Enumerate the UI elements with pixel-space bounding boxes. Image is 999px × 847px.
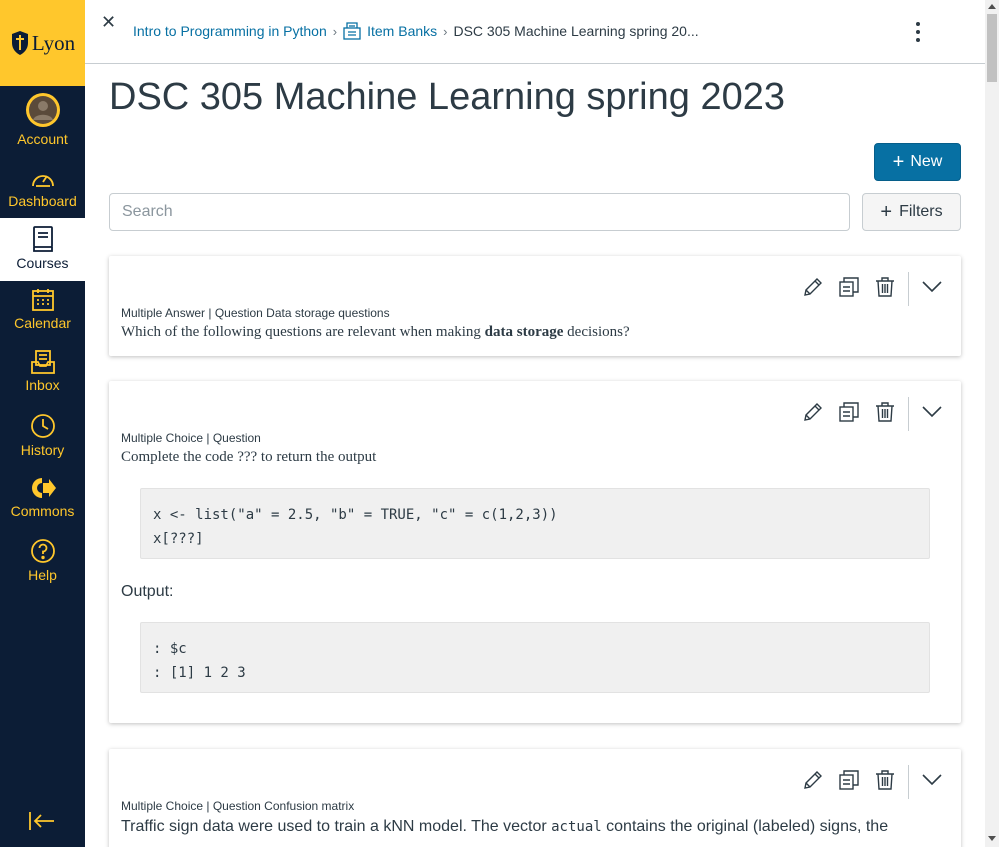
question-meta: Multiple Choice | Question Confusion mat… [121, 799, 355, 813]
chevron-down-icon[interactable] [921, 773, 943, 792]
plus-icon: + [892, 151, 905, 173]
question-text: Traffic sign data were used to train a k… [121, 818, 888, 836]
lyon-logo[interactable]: Lyon [0, 0, 85, 86]
main-content: ✕ Intro to Programming in Python › Item … [85, 0, 985, 847]
global-nav: Lyon Account Dashboard Courses Calendar … [0, 0, 85, 847]
inline-code: actual [551, 819, 602, 835]
nav-commons[interactable]: Commons [0, 476, 85, 519]
shield-icon [11, 31, 28, 55]
question-text-part: Traffic sign data were used to train a k… [121, 818, 552, 835]
calendar-icon [0, 288, 85, 312]
question-actions [802, 397, 943, 431]
question-actions [802, 765, 943, 799]
question-text: Which of the following questions are rel… [121, 324, 630, 341]
divider [908, 765, 909, 799]
delete-icon[interactable] [874, 769, 896, 796]
top-bar: ✕ Intro to Programming in Python › Item … [85, 0, 985, 64]
question-actions [802, 272, 943, 306]
logo-mark: Lyon [10, 30, 75, 56]
divider [908, 397, 909, 431]
divider [908, 272, 909, 306]
copy-icon[interactable] [838, 769, 860, 796]
delete-icon[interactable] [874, 401, 896, 428]
nav-inbox[interactable]: Inbox [0, 350, 85, 393]
nav-help[interactable]: Help [0, 538, 85, 583]
dashboard-icon [0, 168, 85, 190]
nav-courses-label: Courses [16, 255, 69, 271]
new-button-label: New [910, 153, 943, 170]
nav-help-label: Help [28, 567, 57, 583]
nav-account-label: Account [17, 131, 68, 147]
question-card: Multiple Choice | Question Complete the … [109, 381, 961, 723]
question-card: Multiple Choice | Question Confusion mat… [109, 749, 961, 847]
question-card: Multiple Answer | Question Data storage … [109, 256, 961, 356]
logo-text: Lyon [31, 30, 76, 55]
nav-commons-label: Commons [10, 503, 75, 519]
nav-inbox-label: Inbox [25, 377, 60, 393]
question-text-part: Which of the following questions are rel… [121, 324, 485, 340]
item-bank-icon [343, 22, 361, 40]
breadcrumb-current: DSC 305 Machine Learning spring 20... [453, 23, 699, 39]
new-button[interactable]: + New [874, 143, 961, 181]
edit-icon[interactable] [802, 769, 824, 796]
nav-history-label: History [20, 442, 65, 458]
breadcrumb-item-banks-link[interactable]: Item Banks [367, 23, 437, 39]
collapse-nav-icon[interactable] [28, 810, 56, 837]
edit-icon[interactable] [802, 401, 824, 428]
question-meta: Multiple Answer | Question Data storage … [121, 306, 390, 320]
chevron-right-icon: › [332, 23, 338, 39]
nav-account[interactable]: Account [0, 92, 85, 152]
nav-history[interactable]: History [0, 413, 85, 458]
chevron-down-icon[interactable] [921, 280, 943, 299]
delete-icon[interactable] [874, 276, 896, 303]
nav-calendar[interactable]: Calendar [0, 288, 85, 331]
scrollbar-thumb[interactable] [987, 14, 997, 82]
copy-icon[interactable] [838, 276, 860, 303]
copy-icon[interactable] [838, 401, 860, 428]
close-icon[interactable]: ✕ [101, 12, 116, 33]
app-window: Lyon Account Dashboard Courses Calendar … [0, 0, 999, 847]
question-text-part: decisions? [563, 324, 630, 340]
avatar [0, 92, 85, 128]
breadcrumb: Intro to Programming in Python › Item Ba… [133, 22, 699, 40]
more-options-icon[interactable] [907, 20, 929, 44]
breadcrumb-course-link[interactable]: Intro to Programming in Python [133, 23, 327, 39]
chevron-down-icon[interactable] [921, 405, 943, 424]
nav-courses[interactable]: Courses [0, 218, 85, 281]
filters-button-label: Filters [899, 203, 943, 220]
commons-icon [0, 476, 85, 500]
code-block: x <- list("a" = 2.5, "b" = TRUE, "c" = c… [140, 488, 930, 559]
question-meta: Multiple Choice | Question [121, 431, 261, 445]
nav-dashboard-label: Dashboard [8, 193, 77, 209]
history-icon [0, 413, 85, 439]
edit-icon[interactable] [802, 276, 824, 303]
output-block: : $c : [1] 1 2 3 [140, 622, 930, 693]
courses-icon [0, 226, 85, 252]
question-text-bold: data storage [484, 324, 564, 340]
scrollbar[interactable] [985, 0, 999, 847]
plus-icon: + [880, 201, 893, 223]
inbox-icon [0, 350, 85, 374]
nav-calendar-label: Calendar [14, 315, 71, 331]
question-text: Complete the code ??? to return the outp… [121, 449, 377, 465]
question-text-part: contains the original (labeled) signs, t… [601, 818, 889, 835]
nav-dashboard[interactable]: Dashboard [0, 168, 85, 209]
page-title: DSC 305 Machine Learning spring 2023 [109, 76, 785, 118]
help-icon [0, 538, 85, 564]
chevron-right-icon: › [443, 23, 448, 39]
output-label: Output: [121, 583, 174, 600]
filters-button[interactable]: + Filters [862, 193, 961, 231]
scroll-down-icon[interactable] [988, 836, 996, 841]
search-input[interactable] [109, 193, 850, 231]
scroll-up-icon[interactable] [988, 4, 996, 9]
